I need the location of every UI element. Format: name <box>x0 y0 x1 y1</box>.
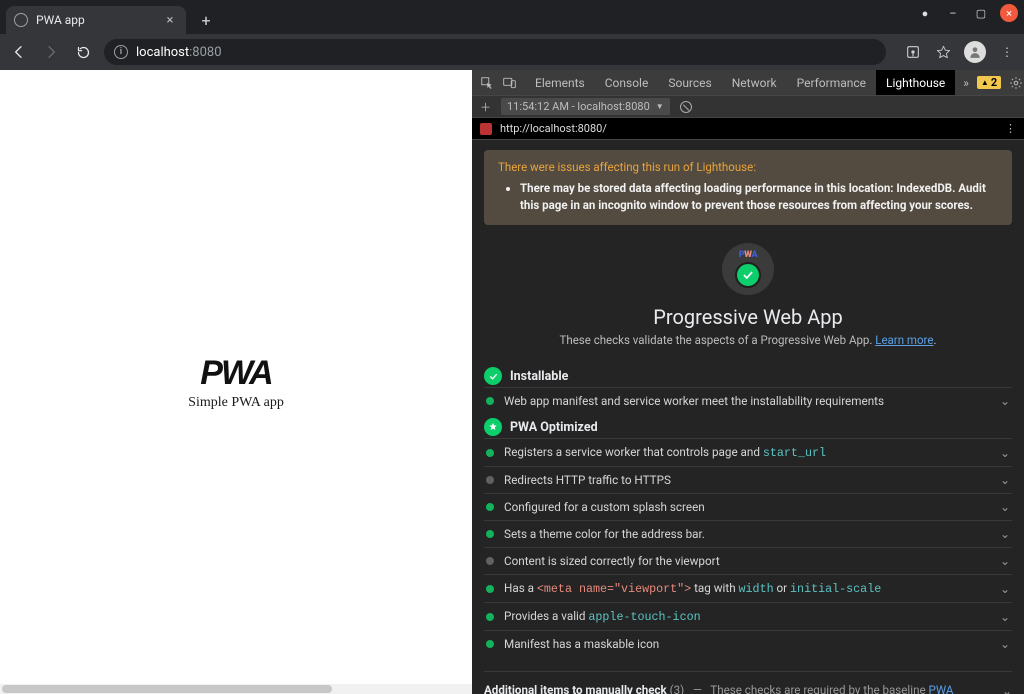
chevron-down-icon: ⌄ <box>1000 446 1010 460</box>
manual-checks-section[interactable]: Additional items to manually check (3) —… <box>484 671 1012 694</box>
warning-item: There may be stored data affecting loadi… <box>520 180 998 213</box>
devtools-tab-performance[interactable]: Performance <box>787 70 876 95</box>
audit-group-title: Installable <box>510 369 568 384</box>
devtools-topbar: ElementsConsoleSourcesNetworkPerformance… <box>472 70 1024 96</box>
devtools-tabs-overflow[interactable]: » <box>955 76 977 90</box>
audit-row[interactable]: Manifest has a maskable icon ⌄ <box>484 630 1012 657</box>
pass-bullet-icon <box>486 397 494 405</box>
audit-group-title: PWA Optimized <box>510 420 598 435</box>
lighthouse-url-menu[interactable]: ⋮ <box>1005 122 1016 135</box>
profile-avatar[interactable] <box>964 41 986 63</box>
page-viewport: PWA Simple PWA app <box>0 70 472 694</box>
devtools-tab-console[interactable]: Console <box>595 70 659 95</box>
pass-bullet-icon <box>486 530 494 538</box>
learn-more-link[interactable]: Learn more <box>875 333 933 347</box>
devtools-tab-sources[interactable]: Sources <box>658 70 721 95</box>
audit-row[interactable]: Configured for a custom splash screen ⌄ <box>484 493 1012 520</box>
chevron-down-icon: ⌄ <box>1000 610 1010 624</box>
lighthouse-new-report-button[interactable]: ＋ <box>480 99 491 115</box>
bookmark-icon[interactable] <box>934 43 952 61</box>
browser-menu-button[interactable]: ⋮ <box>998 43 1016 61</box>
pass-bullet-icon <box>486 640 494 648</box>
audit-row[interactable]: Registers a service worker that controls… <box>484 438 1012 466</box>
chevron-down-icon: ⌄ <box>1000 527 1010 541</box>
audit-group-header: Installable <box>484 367 1012 385</box>
star-icon <box>484 418 502 436</box>
browser-tabstrip: PWA app × + <box>0 0 1024 34</box>
audit-text: Provides a valid apple-touch-icon <box>504 609 990 624</box>
device-toggle-icon[interactable] <box>502 76 517 90</box>
lighthouse-description: These checks validate the aspects of a P… <box>560 333 937 347</box>
inspect-icon[interactable] <box>480 76 494 90</box>
lighthouse-url-row: http://localhost:8080/ ⋮ <box>472 118 1024 140</box>
browser-tab[interactable]: PWA app × <box>6 6 186 34</box>
warning-title: There were issues affecting this run of … <box>498 160 998 174</box>
lighthouse-warning-banner: There were issues affecting this run of … <box>484 150 1012 225</box>
pwa-caption: Simple PWA app <box>188 395 284 411</box>
lighthouse-subbar: ＋ 11:54:12 AM - localhost:8080 <box>472 96 1024 118</box>
chevron-down-icon: ⌄ <box>1000 473 1010 487</box>
audit-text: Configured for a custom splash screen <box>504 500 990 514</box>
devtools-tab-elements[interactable]: Elements <box>525 70 595 95</box>
os-maximize-button[interactable]: ▢ <box>972 4 990 22</box>
back-button[interactable] <box>8 41 30 63</box>
devtools-panel: ElementsConsoleSourcesNetworkPerformance… <box>472 70 1024 694</box>
pass-bullet-icon <box>486 613 494 621</box>
audit-row[interactable]: Sets a theme color for the address bar. ⌄ <box>484 520 1012 547</box>
audit-row[interactable]: Redirects HTTP traffic to HTTPS ⌄ <box>484 466 1012 493</box>
audit-row[interactable]: Has a <meta name="viewport"> tag with wi… <box>484 574 1012 602</box>
pwa-mini-logo: PWA <box>739 250 757 260</box>
audit-text: Sets a theme color for the address bar. <box>504 527 990 541</box>
pass-bullet-icon <box>486 585 494 593</box>
audit-group-header: PWA Optimized <box>484 418 1012 436</box>
chevron-down-icon: ⌄ <box>1000 500 1010 514</box>
clear-icon[interactable] <box>680 101 692 113</box>
browser-toolbar: i localhost:8080 ⋮ <box>0 34 1024 70</box>
url-text: localhost:8080 <box>136 45 222 60</box>
lighthouse-url-text: http://localhost:8080/ <box>500 122 607 135</box>
os-minimize-button[interactable]: – <box>944 4 962 22</box>
audit-text: Registers a service worker that controls… <box>504 445 990 460</box>
site-info-icon[interactable]: i <box>114 45 128 59</box>
lighthouse-report-select[interactable]: 11:54:12 AM - localhost:8080 <box>501 98 670 115</box>
os-dot-icon: ● <box>916 4 934 22</box>
info-bullet-icon <box>486 557 494 565</box>
chevron-down-icon: ⌄ <box>1000 637 1010 651</box>
forward-button[interactable] <box>40 41 62 63</box>
audit-row[interactable]: Content is sized correctly for the viewp… <box>484 547 1012 574</box>
check-icon <box>484 367 502 385</box>
chevron-down-icon: ⌄ <box>1000 554 1010 568</box>
warnings-badge[interactable]: 2 <box>977 76 1001 89</box>
devtools-settings-icon[interactable] <box>1009 76 1023 90</box>
new-tab-button[interactable]: + <box>192 6 220 34</box>
horizontal-scrollbar[interactable] <box>0 684 472 694</box>
audit-text: Has a <meta name="viewport"> tag with wi… <box>504 581 990 596</box>
chevron-down-icon: ⌄ <box>1000 394 1010 408</box>
audit-row[interactable]: Provides a valid apple-touch-icon ⌄ <box>484 602 1012 630</box>
audit-text: Content is sized correctly for the viewp… <box>504 554 990 568</box>
audit-text: Manifest has a maskable icon <box>504 637 990 651</box>
favicon-icon <box>480 123 492 135</box>
address-bar[interactable]: i localhost:8080 <box>104 39 886 65</box>
pass-bullet-icon <box>486 503 494 511</box>
chevron-down-icon: ⌄ <box>1002 684 1012 694</box>
install-app-icon[interactable] <box>904 43 922 61</box>
tab-title: PWA app <box>36 13 154 27</box>
audit-row[interactable]: Web app manifest and service worker meet… <box>484 387 1012 414</box>
pass-bullet-icon <box>486 449 494 457</box>
chevron-down-icon: ⌄ <box>1000 582 1010 596</box>
tab-close-button[interactable]: × <box>162 13 178 28</box>
lighthouse-heading: Progressive Web App <box>653 305 842 329</box>
pwa-gauge: PWA <box>722 243 774 295</box>
audit-text: Web app manifest and service worker meet… <box>504 394 990 408</box>
devtools-tab-network[interactable]: Network <box>722 70 787 95</box>
pwa-logo: PWA <box>200 354 271 393</box>
devtools-tab-lighthouse[interactable]: Lighthouse <box>876 70 955 95</box>
globe-icon <box>14 13 28 27</box>
reload-button[interactable] <box>72 41 94 63</box>
info-bullet-icon <box>486 476 494 484</box>
os-close-button[interactable]: × <box>1000 4 1018 22</box>
audit-text: Redirects HTTP traffic to HTTPS <box>504 473 990 487</box>
check-icon <box>735 262 761 288</box>
